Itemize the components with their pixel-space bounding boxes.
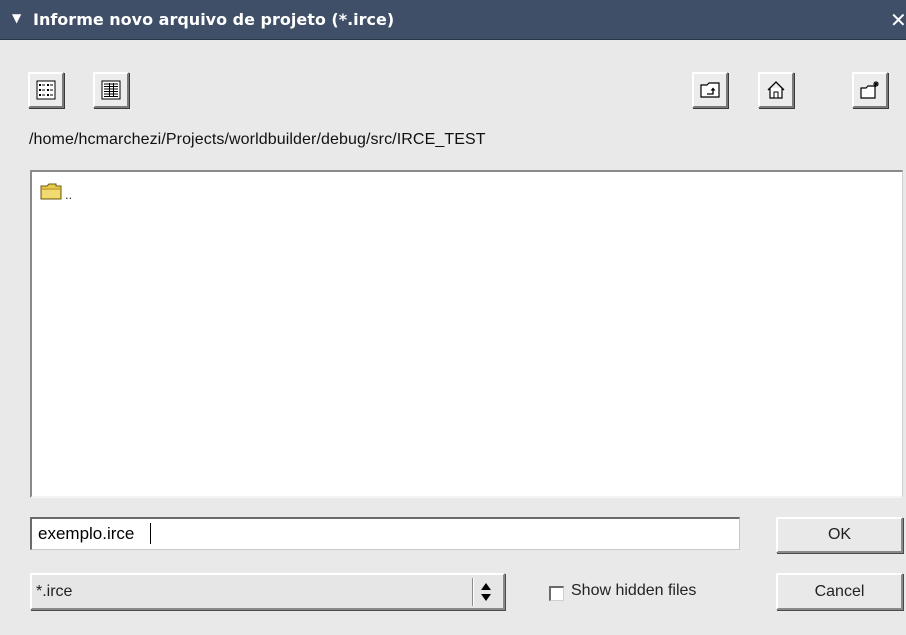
detail-view-button[interactable] [93,72,129,108]
dialog-titlebar[interactable]: ▼ Informe novo arquivo de projeto (*.irc… [0,0,906,40]
current-path: /home/hcmarchezi/Projects/worldbuilder/d… [29,131,486,148]
folder-icon [40,183,62,200]
select-divider [472,578,474,606]
home-button[interactable] [758,72,794,108]
up-down-arrows-icon [480,581,492,607]
dialog-title: Informe novo arquivo de projeto (*.irce) [33,10,395,29]
list-item-parent-folder[interactable]: .. [40,182,73,202]
ok-button-label: OK [827,526,852,543]
text-caret [150,523,151,544]
new-folder-icon [860,81,879,99]
file-type-filter-select[interactable]: *.irce [30,573,505,610]
detail-view-icon [101,80,121,100]
window-menu-icon[interactable]: ▼ [12,11,21,25]
list-view-button[interactable] [28,72,64,108]
close-icon[interactable]: ✕ [890,8,906,32]
parent-directory-button[interactable] [692,72,728,108]
new-folder-button[interactable] [852,72,888,108]
cancel-button-label: Cancel [814,582,865,600]
home-icon [767,81,785,99]
show-hidden-checkbox[interactable] [549,586,564,601]
file-list[interactable]: .. [30,170,903,498]
ok-button[interactable]: OK [776,517,903,553]
cancel-button[interactable]: Cancel [776,573,903,610]
filter-selected-value: *.irce [36,583,73,600]
filename-field[interactable] [30,517,740,550]
show-hidden-label[interactable]: Show hidden files [571,582,696,600]
file-name: .. [65,187,73,202]
list-view-icon [36,80,56,100]
folder-up-icon [700,82,720,98]
